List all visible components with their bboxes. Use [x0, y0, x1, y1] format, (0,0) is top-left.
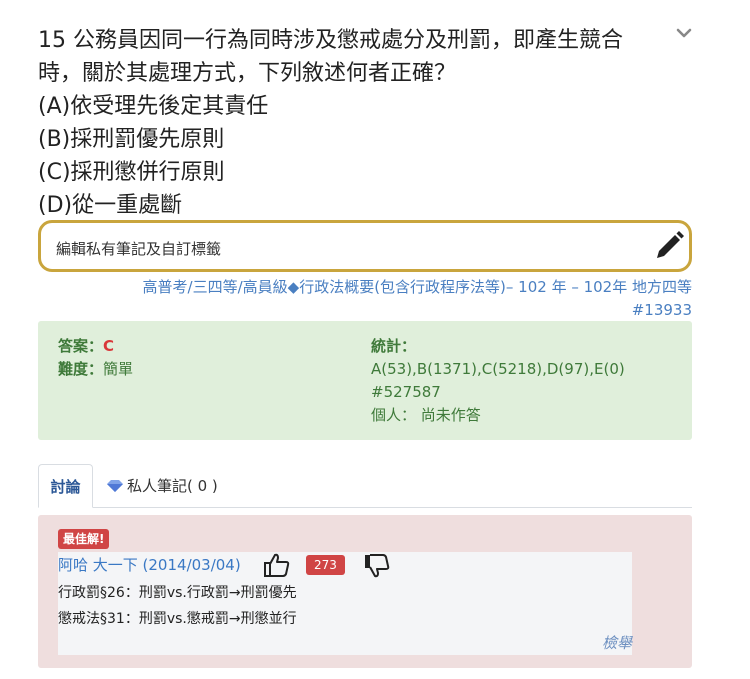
option-d: (D)從一重處斷: [38, 193, 183, 218]
source-id-link[interactable]: #13933: [632, 301, 692, 319]
thumbs-up-icon[interactable]: [263, 552, 291, 578]
chevron-down-icon[interactable]: [674, 24, 694, 44]
question-text-line-1: 15 公務員因同一行為同時涉及懲戒處分及刑罰，即產生競合: [38, 28, 623, 53]
post-line: 懲戒法§31：刑罰vs.懲戒罰→刑懲並行: [58, 611, 297, 627]
report-link[interactable]: 檢舉: [602, 632, 632, 653]
private-notes-label: 私人筆記( 0 ): [127, 477, 218, 495]
discussion-post: 阿哈 大一下 (2014/03/04) 273 行政罰§26：刑罰vs.行政罰→…: [58, 552, 632, 655]
like-count: 273: [306, 555, 345, 575]
question-text-line-2: 時，關於其處理方式，下列敘述何者正確？: [38, 61, 457, 86]
tab-discussion[interactable]: 討論: [38, 464, 93, 508]
stats-id: #527587: [371, 383, 441, 401]
difficulty-label: 難度：: [58, 360, 104, 378]
post-author[interactable]: 阿哈 大一下 (2014/03/04): [58, 554, 241, 575]
tab-bar: 討論 私人筆記( 0 ): [38, 464, 692, 508]
stats-value: A(53),B(1371),C(5218),D(97),E(0): [371, 360, 625, 378]
question-source: 高普考/三四等/高員級◆行政法概要(包含行政程序法等)– 102 年 – 102…: [52, 276, 692, 322]
source-link[interactable]: 高普考/三四等/高員級◆行政法概要(包含行政程序法等)– 102 年 – 102…: [143, 278, 692, 296]
option-a: (A)依受理先後定其責任: [38, 94, 269, 119]
note-label: 編輯私有筆記及自訂標籤: [56, 240, 222, 258]
difficulty-value: 簡單: [103, 360, 134, 378]
question-block: 15 公務員因同一行為同時涉及懲戒處分及刑罰，即產生競合 時，關於其處理方式，下…: [38, 24, 678, 222]
best-answer-panel: 最佳解! 阿哈 大一下 (2014/03/04) 273 行政罰§26：刑罰vs…: [38, 515, 692, 668]
stats-label: 統計：: [371, 337, 417, 355]
best-answer-badge: 最佳解!: [58, 529, 110, 549]
option-b: (B)採刑罰優先原則: [38, 127, 225, 152]
answer-label: 答案：: [58, 337, 104, 355]
diamond-icon: [107, 480, 123, 492]
answer-value: C: [103, 337, 115, 355]
answer-stats-panel: 答案：C 難度：簡單 統計： A(53),B(1371),C(5218),D(9…: [38, 321, 692, 440]
thumbs-down-icon[interactable]: [363, 553, 391, 579]
pencil-icon[interactable]: [651, 228, 687, 264]
personal-status: 個人： 尚未作答: [371, 406, 481, 424]
tab-private-notes[interactable]: 私人筆記( 0 ): [106, 464, 218, 508]
private-note-editor[interactable]: 編輯私有筆記及自訂標籤: [38, 220, 692, 272]
option-c: (C)採刑懲併行原則: [38, 160, 225, 185]
post-line: 行政罰§26：刑罰vs.行政罰→刑罰優先: [58, 585, 297, 601]
